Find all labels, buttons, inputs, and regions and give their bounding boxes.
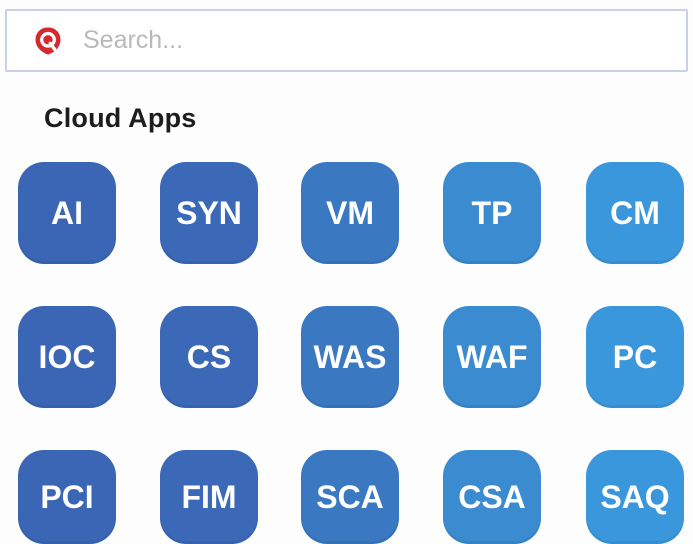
app-tile-ai[interactable]: AI — [18, 162, 116, 264]
search-input[interactable] — [83, 26, 643, 55]
qualys-logo-icon — [35, 27, 61, 54]
app-tile-was[interactable]: WAS — [301, 306, 399, 408]
app-tile-saq[interactable]: SAQ — [586, 450, 684, 544]
app-tile-cm[interactable]: CM — [586, 162, 684, 264]
app-tile-sca[interactable]: SCA — [301, 450, 399, 544]
app-tile-csa[interactable]: CSA — [443, 450, 541, 544]
app-tile-pci[interactable]: PCI — [18, 450, 116, 544]
app-tile-waf[interactable]: WAF — [443, 306, 541, 408]
app-tile-ioc[interactable]: IOC — [18, 306, 116, 408]
search-bar[interactable] — [5, 9, 688, 72]
app-tile-cs[interactable]: CS — [160, 306, 258, 408]
app-tile-syn[interactable]: SYN — [160, 162, 258, 264]
app-tile-tp[interactable]: TP — [443, 162, 541, 264]
app-tile-fim[interactable]: FIM — [160, 450, 258, 544]
section-title: Cloud Apps — [44, 103, 197, 133]
app-tile-vm[interactable]: VM — [301, 162, 399, 264]
app-tile-pc[interactable]: PC — [586, 306, 684, 408]
